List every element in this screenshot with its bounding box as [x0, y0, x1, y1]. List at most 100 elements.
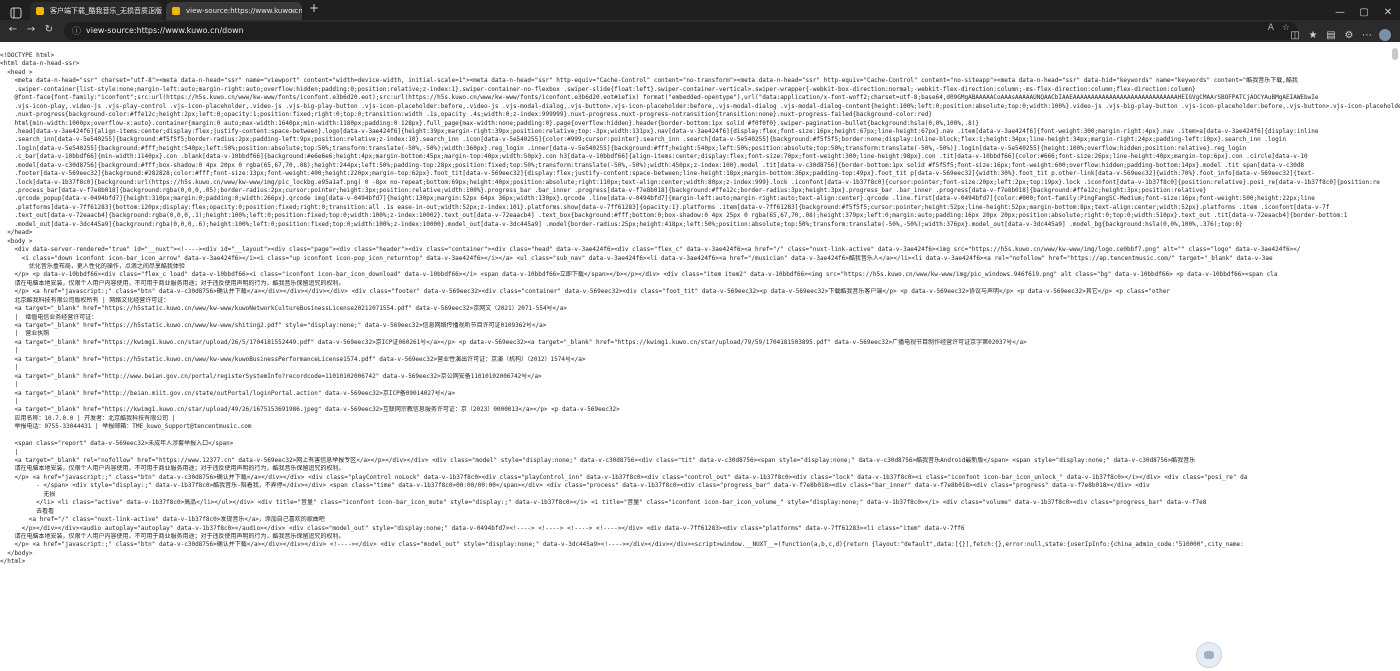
source-line-text: .process_bar[data-v-f7e8b018]{background… — [0, 187, 1207, 194]
source-line: .process_bar[data-v-f7e8b018]{background… — [0, 187, 1400, 195]
source-line — [0, 432, 1400, 440]
source-line-text: </p> <a href="javascript:;" class="btn" … — [0, 541, 1244, 549]
source-line: <i class="down iconfont icon-bar_icon_ar… — [0, 255, 1400, 263]
source-line-text: <a href="/" class="nuxt-link-active" dat… — [0, 516, 325, 524]
source-lines: <!DOCTYPE html> <html data-n-head-ssr> <h… — [0, 42, 1400, 567]
back-arrow-icon[interactable]: ← — [6, 23, 20, 37]
source-line: 无损 — [0, 491, 1400, 499]
tab-view-source[interactable]: view-source:https://www.kuwo.cn/down × — [166, 2, 302, 20]
assistant-bubble-icon[interactable] — [1196, 642, 1222, 668]
source-line: <body > — [0, 238, 1400, 246]
source-line: </p> <a href="javascript:;" class="btn" … — [0, 288, 1400, 296]
collections-icon[interactable]: ▤ — [1322, 30, 1340, 41]
source-line: 优化音乐盒布局，更人性化的操作，点滴之间尽享酷我体验 — [0, 263, 1400, 271]
source-line: 请在电脑本地安装，仅限个人用户内容使用，不可用于商业服务用途；对于违反使用声明的… — [0, 533, 1400, 541]
source-line-text: </p></div></div><audio autoplay="autopla… — [0, 524, 965, 532]
source-line-text: .lock[data-v-1b37f8c0]{background:url(ht… — [0, 178, 1380, 186]
source-line: | — [0, 398, 1400, 406]
source-line-text: <a target="_blank" href="https://kwimg1.… — [0, 338, 1027, 346]
source-line-text: html{min-width:1000px;overflow-x:auto}.c… — [0, 119, 979, 127]
source-line: .search_inn[data-v-5e540255]{background:… — [0, 136, 1400, 144]
source-line: 去看看 — [0, 508, 1400, 516]
source-line-text: 举报电话：0755-33044431 | 举报邮箱：TME_kuwo_Suppo… — [0, 423, 252, 431]
source-line-text: | — [0, 448, 19, 456]
tab-title: 客户端下载_酷我音乐_无损音质正版在线试听网站 — [50, 7, 162, 15]
source-line: .vjs-icon-play,.video-js .vjs-play-contr… — [0, 103, 1400, 111]
favorites-icon[interactable]: ★ — [1304, 30, 1322, 41]
read-aloud-icon[interactable]: A — [1268, 23, 1274, 33]
tab-kuwo-download[interactable]: 客户端下载_酷我音乐_无损音质正版在线试听网站 × — [30, 2, 162, 20]
source-line: .lock[data-v-1b37f8c0]{background:url(ht… — [0, 179, 1400, 187]
source-line: .footer[data-v-569eec32]{background:#282… — [0, 170, 1400, 178]
source-line: .login[data-v-5e540255]{background:#fff;… — [0, 145, 1400, 153]
browser-toolbar: ← → ↻ ⓘ view-source:https://www.kuwo.cn/… — [0, 20, 1400, 42]
split-screen-icon[interactable]: ◫ — [1286, 30, 1304, 41]
page-scrollbar[interactable] — [1392, 44, 1398, 664]
source-line-text: <a target="_blank" href="https://h5stati… — [0, 305, 568, 313]
source-line: | 营业执照 — [0, 330, 1400, 338]
profile-avatar[interactable] — [1376, 29, 1394, 41]
source-line-text: <body > — [0, 237, 33, 245]
menu-dots-icon[interactable]: ⋯ — [1358, 30, 1376, 41]
site-info-icon[interactable]: ⓘ — [72, 24, 81, 37]
source-line-text: .search_inn[data-v-5e540255]{background:… — [0, 136, 1286, 144]
window-controls: — ▢ ✕ — [1328, 0, 1400, 20]
source-line: <a target="_blank" href="https://h5stati… — [0, 305, 1400, 313]
close-tab-icon[interactable]: × — [150, 2, 156, 20]
source-line: <a target="_blank" href="https://kwimg1.… — [0, 339, 1400, 347]
source-line-text: .head[data-v-3ae424f6]{align-items:cente… — [0, 127, 1319, 135]
source-line: <a target="_blank" href="https://kwimg1.… — [0, 406, 1400, 414]
source-line-text: 请在电脑本地安装，仅限个人用户内容使用，不可用于商业服务用途；对于违反使用声明的… — [0, 532, 345, 540]
source-line-text: </p> <a href="javascript:;" class="btn" … — [0, 288, 1170, 296]
source-line: | — [0, 364, 1400, 372]
reload-icon[interactable]: ↻ — [42, 23, 56, 37]
source-line-text: <html data-n-head-ssr> — [0, 60, 80, 68]
source-line-text: .platforms[data-v-7ff61283]{bottom:120px… — [0, 203, 1330, 211]
source-line-text: <a target="_blank" href="https://h5stati… — [0, 355, 586, 363]
source-line-text: </li> <li class="active" data-v-1b37f8c0… — [0, 499, 1207, 507]
scrollbar-thumb[interactable] — [1392, 48, 1398, 60]
source-line: .model_out[data-v-3dc445a9]{background:r… — [0, 221, 1400, 229]
source-line: </p> <a href="javascript:;" class="btn" … — [0, 474, 1400, 482]
source-line-text: | — [0, 364, 19, 372]
source-line-text: .text_out[data-v-72eaacb4]{background:rg… — [0, 212, 1348, 220]
tab-strip: 客户端下载_酷我音乐_无损音质正版在线试听网站 × view-source:ht… — [0, 0, 1400, 20]
forward-arrow-icon[interactable]: → — [24, 23, 38, 37]
source-line: - </span> <div style="display:;" data-v-… — [0, 482, 1400, 490]
close-tab-icon[interactable]: × — [290, 2, 296, 20]
toolbar-right: ◫ ★ ▤ ⚙ ⋯ — [1286, 23, 1394, 42]
source-line-text: 优化音乐盒布局，更人性化的操作，点滴之间尽享酷我体验 — [0, 262, 185, 270]
source-line: 北京酷我科技有限公司版权所有 | 网络文化经营许可证： — [0, 297, 1400, 305]
source-line: .nuxt-progress{background-color:#ffe12c;… — [0, 111, 1400, 119]
source-line: 请在电脑本地安装，仅限个人用户内容使用，不可用于商业服务用途；对于违反使用声明的… — [0, 465, 1400, 473]
source-line-text: <div data-server-rendered="true" id="__n… — [0, 246, 1301, 254]
source-line: | — [0, 381, 1400, 389]
source-line-text: .vjs-icon-play,.video-js .vjs-play-contr… — [14, 102, 1400, 110]
new-tab-button[interactable]: + — [309, 1, 319, 15]
source-line: .model[data-v-c30d8756]{background:#fff;… — [0, 162, 1400, 170]
source-line-text: @font-face{font-family:"iconfont";src:ur… — [0, 94, 1319, 102]
source-line-text: 去看看 — [0, 507, 55, 515]
source-line: <!DOCTYPE html> — [0, 52, 1400, 60]
source-line-text: 应用名称：10.7.0.0 | 开发者：北京酷我科技有限公司 | — [0, 414, 176, 422]
source-line-text: 请在电脑本地安装，仅限个人用户内容使用，不可用于商业服务用途；对于违反使用声明的… — [0, 279, 345, 287]
source-line: | — [0, 347, 1400, 355]
address-url[interactable]: view-source:https://www.kuwo.cn/down — [86, 22, 244, 40]
source-line-text: 北京酷我科技有限公司版权所有 | 网络文化经营许可证： — [0, 296, 170, 304]
source-line: </li> <li class="active" data-v-1b37f8c0… — [0, 499, 1400, 507]
source-line-text: </p> <a href="javascript:;" class="btn" … — [0, 473, 1248, 481]
source-line: .platforms[data-v-7ff61283]{bottom:120px… — [0, 204, 1400, 212]
source-line: </body> — [0, 550, 1400, 558]
extensions-icon[interactable]: ⚙ — [1340, 30, 1358, 41]
source-line-text: | 增值电信业务经营许可证： — [0, 313, 98, 321]
source-line-text: <a target="_blank" href="http://www.beia… — [0, 372, 542, 380]
source-line-text: </body> — [0, 549, 33, 557]
source-line: </p> <a href="javascript:;" class="btn" … — [0, 541, 1400, 549]
source-line-text: | 营业执照 — [0, 330, 50, 338]
source-line-text: .model_out[data-v-3dc445a9]{background:r… — [0, 220, 1243, 228]
source-line-text: <a target="_blank" href="https://kwimg1.… — [0, 406, 620, 414]
tab-actions-icon[interactable] — [10, 4, 22, 19]
kuwo-favicon-icon — [36, 7, 44, 15]
address-bar[interactable]: ⓘ view-source:https://www.kuwo.cn/down A… — [64, 22, 1298, 40]
source-line-text: 请在电脑本地安装，仅限个人用户内容使用，不可用于商业服务用途；对于违反使用声明的… — [0, 465, 345, 473]
